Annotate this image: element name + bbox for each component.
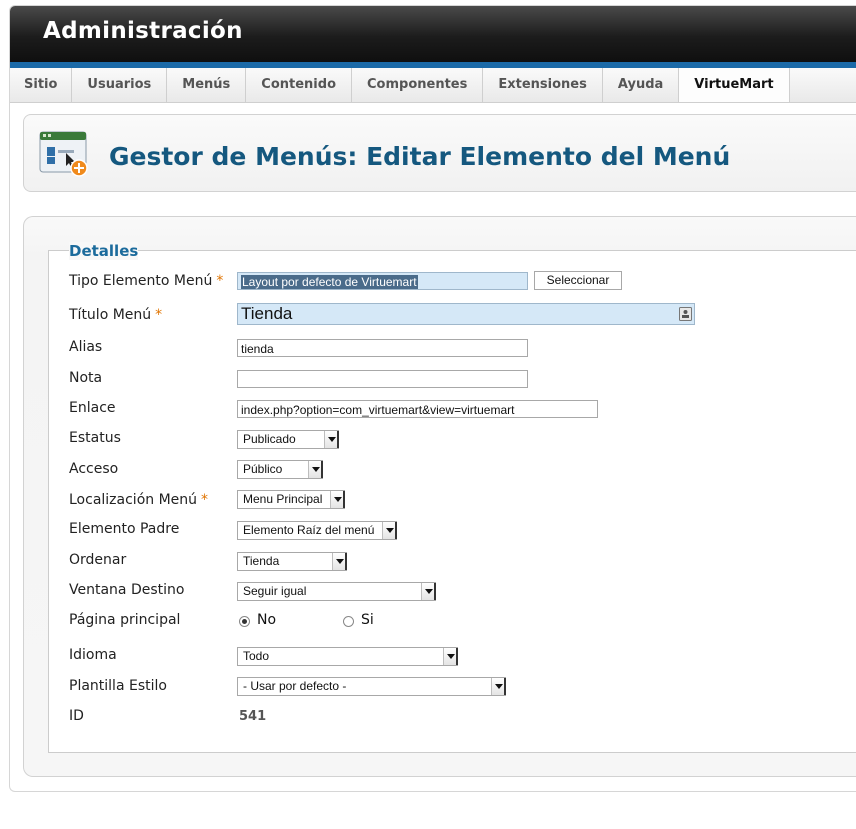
alias-label: Alias	[69, 339, 103, 355]
tipo-label: Tipo Elemento Menú *	[69, 273, 223, 289]
tipo-value: Layout por defecto de Virtuemart	[241, 275, 418, 289]
page-title: Gestor de Menús: Editar Elemento del Men…	[109, 142, 731, 171]
menu-item-menus[interactable]: Menús	[167, 68, 247, 102]
plantilla-select[interactable]: - Usar por defecto -	[237, 677, 506, 696]
content-panel: Detalles Tipo Elemento Menú * Layout por …	[23, 216, 856, 777]
id-label: ID	[69, 708, 84, 724]
principal-no-label[interactable]: No	[257, 612, 276, 628]
idioma-label: Idioma	[69, 647, 117, 663]
chevron-down-icon	[421, 583, 436, 600]
chevron-down-icon	[308, 461, 323, 478]
acceso-label: Acceso	[69, 461, 119, 477]
ordenar-label: Ordenar	[69, 552, 127, 568]
menu-item-sitio[interactable]: Sitio	[10, 68, 73, 102]
padre-value: Elemento Raíz del menú	[243, 523, 375, 537]
plantilla-value: - Usar por defecto -	[243, 679, 347, 693]
menu-item-ayuda[interactable]: Ayuda	[603, 68, 680, 102]
padre-label: Elemento Padre	[69, 521, 180, 537]
ordenar-value: Tienda	[243, 554, 280, 568]
chevron-down-icon	[332, 553, 347, 570]
localizacion-value: Menu Principal	[243, 492, 323, 506]
localizacion-label-text: Localización Menú	[69, 492, 198, 508]
estatus-select[interactable]: Publicado	[237, 430, 339, 449]
principal-label: Página principal	[69, 612, 181, 628]
titulo-label: Título Menú *	[69, 307, 162, 323]
principal-no-radio[interactable]	[239, 616, 250, 627]
tipo-field[interactable]: Layout por defecto de Virtuemart	[237, 272, 528, 290]
page-header: Gestor de Menús: Editar Elemento del Men…	[23, 114, 856, 192]
admin-title: Administración	[43, 18, 243, 44]
estatus-label: Estatus	[69, 430, 121, 446]
estatus-value: Publicado	[243, 432, 296, 446]
menu-item-usuarios[interactable]: Usuarios	[72, 68, 168, 102]
menu-item-contenido[interactable]: Contenido	[246, 68, 353, 102]
ventana-value: Seguir igual	[243, 584, 307, 598]
ventana-label: Ventana Destino	[69, 582, 185, 598]
id-value: 541	[239, 709, 267, 724]
chevron-down-icon	[382, 522, 397, 539]
chevron-down-icon	[330, 491, 345, 508]
padre-select[interactable]: Elemento Raíz del menú	[237, 521, 397, 540]
admin-topbar: Administración	[10, 6, 856, 68]
chevron-down-icon	[491, 678, 506, 695]
main-menu: Sitio Usuarios Menús Contenido Component…	[10, 68, 856, 103]
titulo-label-text: Título Menú	[69, 307, 152, 323]
details-fieldset: Detalles Tipo Elemento Menú * Layout por …	[48, 242, 856, 753]
enlace-label: Enlace	[69, 400, 116, 416]
details-legend: Detalles	[69, 242, 139, 260]
menu-item-virtuemart[interactable]: VirtueMart	[679, 68, 790, 102]
idioma-value: Todo	[243, 649, 270, 663]
enlace-input[interactable]: index.php?option=com_virtuemart&view=vir…	[237, 400, 598, 418]
admin-window: Administración Sitio Usuarios Menús Cont…	[9, 5, 856, 792]
required-marker: *	[155, 307, 163, 323]
plantilla-label: Plantilla Estilo	[69, 678, 167, 694]
titulo-input[interactable]: Tienda	[237, 303, 695, 325]
idioma-select[interactable]: Todo	[237, 647, 458, 666]
contact-card-icon[interactable]	[679, 307, 692, 321]
localizacion-select[interactable]: Menu Principal	[237, 490, 345, 509]
acceso-value: Público	[243, 462, 283, 476]
principal-si-label[interactable]: Si	[361, 612, 374, 628]
required-marker: *	[216, 273, 224, 289]
menu-edit-icon	[39, 131, 88, 177]
menu-item-extensiones[interactable]: Extensiones	[483, 68, 603, 102]
localizacion-label: Localización Menú *	[69, 492, 208, 508]
nota-label: Nota	[69, 370, 103, 386]
alias-input[interactable]: tienda	[237, 339, 528, 357]
menu-item-componentes[interactable]: Componentes	[352, 68, 484, 102]
chevron-down-icon	[443, 648, 458, 665]
ordenar-select[interactable]: Tienda	[237, 552, 347, 571]
required-marker: *	[201, 492, 209, 508]
acceso-select[interactable]: Público	[237, 460, 323, 479]
nota-input[interactable]	[237, 370, 528, 388]
principal-si-radio[interactable]	[343, 616, 354, 627]
seleccionar-button[interactable]: Seleccionar	[534, 271, 622, 290]
ventana-select[interactable]: Seguir igual	[237, 582, 436, 601]
chevron-down-icon	[324, 431, 339, 448]
tipo-label-text: Tipo Elemento Menú	[69, 273, 213, 289]
